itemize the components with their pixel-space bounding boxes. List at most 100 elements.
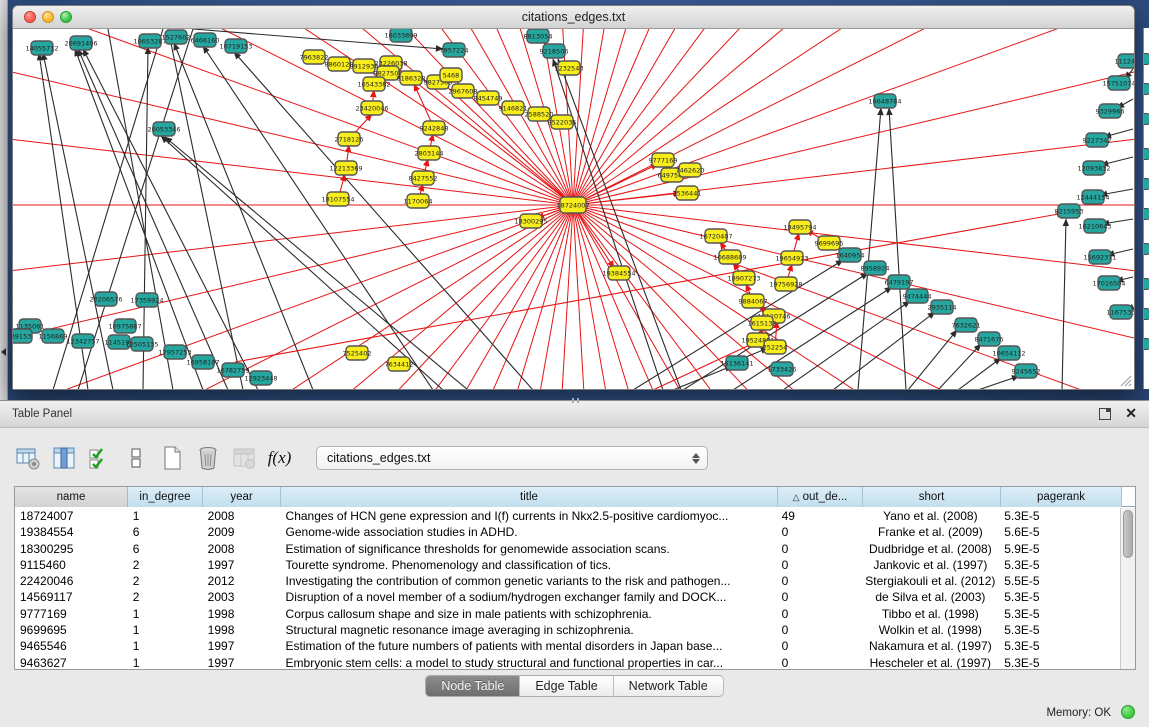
citation-edge-black[interactable] xyxy=(978,376,1019,389)
table-cell-short[interactable]: Franke et al. (2009) xyxy=(861,524,999,540)
graph-node[interactable]: 16210643 xyxy=(1078,219,1111,233)
table-row[interactable]: 977716911998Corpus callosum shape and si… xyxy=(15,606,1120,622)
table-cell-title[interactable]: Embryonic stem cells: a model to study s… xyxy=(281,655,777,669)
table-cell-in_degree[interactable]: 6 xyxy=(128,524,203,540)
table-row[interactable]: 1456911722003Disruption of a novel membe… xyxy=(15,589,1120,605)
table-cell-pagerank[interactable]: 5.5E-5 xyxy=(999,573,1120,589)
graph-node[interactable]: 10654112 xyxy=(992,346,1025,360)
table-cell-out_de[interactable]: 49 xyxy=(777,508,862,524)
table-cell-title[interactable]: Tourette syndrome. Phenomenology and cla… xyxy=(281,557,777,573)
graph-node[interactable]: 16033809 xyxy=(384,29,417,42)
graph-node[interactable]: 8186328 xyxy=(397,71,426,85)
table-row[interactable]: 969969511998Structural magnetic resonanc… xyxy=(15,622,1120,638)
table-cell-short[interactable]: Yano et al. (2008) xyxy=(861,508,999,524)
citation-edge-black[interactable] xyxy=(673,366,732,389)
graph-node[interactable]: 16958107 xyxy=(186,355,219,369)
table-cell-in_degree[interactable]: 6 xyxy=(128,541,203,557)
graph-node[interactable]: 9884067 xyxy=(739,294,768,308)
table-cell-year[interactable]: 1997 xyxy=(203,557,281,573)
window-titlebar[interactable]: citations_edges.txt xyxy=(13,6,1134,29)
graph-node[interactable]: 14055712 xyxy=(25,41,58,55)
table-cell-title[interactable]: Estimation of significance thresholds fo… xyxy=(281,541,777,557)
graph-node[interactable]: 9329966 xyxy=(1096,104,1125,118)
table-cell-year[interactable]: 2008 xyxy=(203,508,281,524)
graph-node[interactable]: 39153 xyxy=(13,329,32,343)
table-cell-title[interactable]: Disruption of a novel member of a sodium… xyxy=(281,589,777,605)
function-builder-icon[interactable]: f(x) xyxy=(266,445,293,472)
table-row[interactable]: 1830029562008Estimation of significance … xyxy=(15,541,1120,557)
graph-node[interactable]: 15136141 xyxy=(720,356,753,370)
table-cell-short[interactable]: Stergiakouli et al. (2012) xyxy=(861,573,999,589)
table-cell-in_degree[interactable]: 1 xyxy=(128,606,203,622)
graph-node[interactable]: 1170064 xyxy=(404,194,433,208)
collapse-arrow-icon[interactable] xyxy=(1,348,6,356)
citation-edge-black[interactable] xyxy=(161,136,443,389)
table-cell-name[interactable]: 19384554 xyxy=(15,524,128,540)
graph-node[interactable]: 12093832 xyxy=(1077,161,1110,175)
table-cell-short[interactable]: Wolkin et al. (1998) xyxy=(861,622,999,638)
table-cell-title[interactable]: Corpus callosum shape and size in male p… xyxy=(281,606,777,622)
graph-node[interactable]: 19756928 xyxy=(769,277,802,291)
tab-edge-table[interactable]: Edge Table xyxy=(520,675,613,697)
row-height-icon[interactable] xyxy=(122,445,149,472)
table-cell-name[interactable]: 9115460 xyxy=(15,557,128,573)
graph-node[interactable]: 1156869 xyxy=(39,329,68,343)
graph-node[interactable]: 9777169 xyxy=(649,153,678,167)
citation-edge-red[interactable] xyxy=(235,213,1064,362)
column-header-name[interactable]: name xyxy=(15,487,128,507)
graph-node[interactable]: 1733426 xyxy=(768,362,797,376)
graph-node[interactable]: 7462620 xyxy=(676,163,705,177)
graph-node[interactable]: 8427552 xyxy=(409,171,438,185)
table-cell-short[interactable]: Nakamura et al. (1997) xyxy=(861,638,999,654)
divider-grip-icon[interactable] xyxy=(572,398,579,403)
tab-network-table[interactable]: Network Table xyxy=(614,675,724,697)
graph-node[interactable]: 12342757 xyxy=(66,334,99,348)
citation-edge-black[interactable] xyxy=(908,330,957,389)
graph-node[interactable]: 17359924 xyxy=(130,293,163,307)
graph-node[interactable]: 9245652 xyxy=(1012,364,1041,378)
table-cell-out_de[interactable]: 0 xyxy=(777,573,862,589)
table-cell-in_degree[interactable]: 2 xyxy=(128,557,203,573)
table-cell-short[interactable]: Jankovic et al. (1997) xyxy=(861,557,999,573)
graph-node[interactable]: 9227342 xyxy=(1083,133,1112,147)
table-cell-year[interactable]: 2012 xyxy=(203,573,281,589)
new-column-icon[interactable] xyxy=(158,445,185,472)
table-cell-in_degree[interactable]: 1 xyxy=(128,638,203,654)
show-columns-icon[interactable] xyxy=(50,445,77,472)
table-cell-year[interactable]: 2009 xyxy=(203,524,281,540)
scrollbar-thumb[interactable] xyxy=(1123,510,1133,558)
graph-node[interactable]: 9242848 xyxy=(420,121,449,135)
table-cell-year[interactable]: 2008 xyxy=(203,541,281,557)
close-panel-icon[interactable]: ✕ xyxy=(1125,405,1137,422)
graph-node[interactable]: 8958924 xyxy=(861,261,890,275)
citation-edge-black[interactable] xyxy=(53,29,163,389)
citation-edge-black[interactable] xyxy=(203,46,433,389)
table-cell-name[interactable]: 22420046 xyxy=(15,573,128,589)
table-cell-out_de[interactable]: 0 xyxy=(777,622,862,638)
table-cell-out_de[interactable]: 0 xyxy=(777,638,862,654)
tab-node-table[interactable]: Node Table xyxy=(425,675,520,697)
graph-node[interactable]: 18495794 xyxy=(783,220,816,234)
table-row[interactable]: 946554611997Estimation of the future num… xyxy=(15,638,1120,654)
table-cell-pagerank[interactable]: 5.3E-5 xyxy=(999,508,1120,524)
table-row[interactable]: 2242004622012Investigating the contribut… xyxy=(15,573,1120,589)
graph-node[interactable]: 6479197 xyxy=(885,275,914,289)
table-cell-out_de[interactable]: 0 xyxy=(777,524,862,540)
table-cell-short[interactable]: Hescheler et al. (1997) xyxy=(861,655,999,669)
graph-node[interactable]: 20206576 xyxy=(89,292,122,306)
citation-edge-red[interactable] xyxy=(441,81,573,205)
citation-edge-black[interactable] xyxy=(78,29,193,389)
graph-node[interactable]: 23420046 xyxy=(355,101,388,115)
column-header-in_degree[interactable]: in_degree xyxy=(128,487,203,507)
select-visible-columns-icon[interactable] xyxy=(86,445,113,472)
table-settings-icon[interactable] xyxy=(14,445,41,472)
table-row[interactable]: 1938455462009Genome-wide association stu… xyxy=(15,524,1120,540)
table-row[interactable]: 1872400712008Changes of HCN gene express… xyxy=(15,508,1120,524)
citation-edge-black[interactable] xyxy=(174,43,313,389)
graph-node[interactable]: 5468 xyxy=(440,68,462,82)
table-cell-in_degree[interactable]: 1 xyxy=(128,508,203,524)
table-cell-out_de[interactable]: 0 xyxy=(777,589,862,605)
graph-node[interactable]: 19384554 xyxy=(602,266,635,280)
graph-node[interactable]: 10688609 xyxy=(713,250,746,264)
column-header-title[interactable]: title xyxy=(281,487,778,507)
